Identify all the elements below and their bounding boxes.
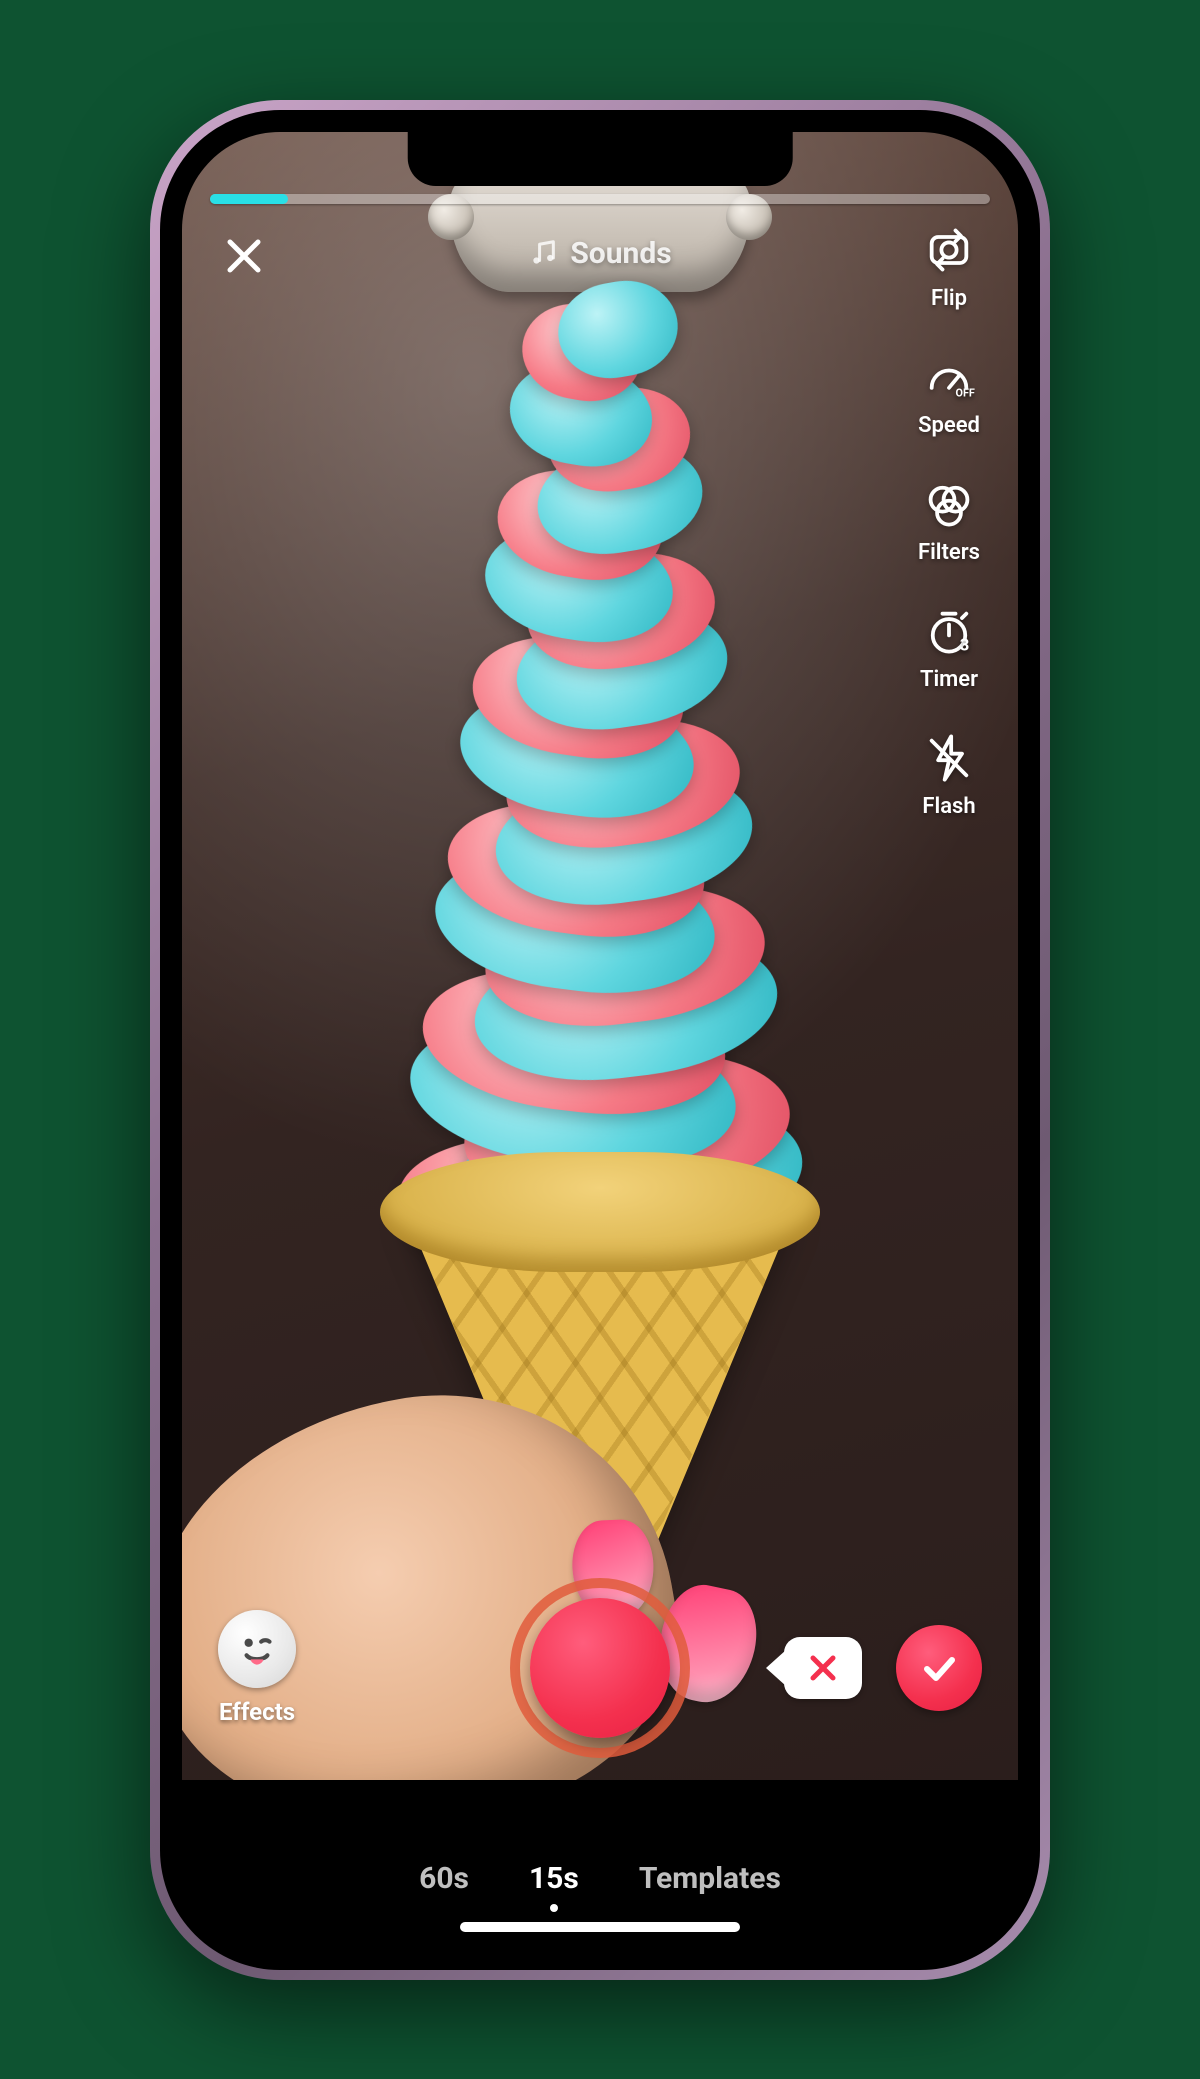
speed-button[interactable]: OFF Speed bbox=[904, 351, 994, 438]
speed-label: Speed bbox=[918, 413, 980, 438]
mode-option-15s[interactable]: 15s bbox=[529, 1861, 579, 1896]
side-toolbar: Flip OFF Speed bbox=[904, 224, 994, 819]
timer-button[interactable]: 3 Timer bbox=[904, 605, 994, 692]
confirm-button[interactable] bbox=[896, 1625, 982, 1711]
flip-label: Flip bbox=[931, 286, 967, 311]
home-indicator bbox=[460, 1922, 740, 1932]
timer-icon: 3 bbox=[923, 605, 975, 657]
screen: Sounds bbox=[182, 132, 1018, 1948]
effects-label: Effects bbox=[219, 1698, 295, 1726]
mode-option-60s[interactable]: 60s bbox=[419, 1861, 469, 1896]
close-button[interactable] bbox=[216, 228, 272, 284]
timer-label: Timer bbox=[920, 667, 978, 692]
svg-text:OFF: OFF bbox=[956, 386, 975, 399]
sounds-button[interactable]: Sounds bbox=[528, 236, 671, 271]
sounds-label: Sounds bbox=[570, 236, 671, 271]
camera-viewport: Sounds bbox=[182, 132, 1018, 1780]
flip-button[interactable]: Flip bbox=[904, 224, 994, 311]
record-icon bbox=[530, 1598, 670, 1738]
filters-icon bbox=[923, 478, 975, 530]
check-icon bbox=[917, 1646, 961, 1690]
timer-badge: 3 bbox=[960, 635, 969, 654]
mode-option-templates[interactable]: Templates bbox=[639, 1861, 781, 1896]
close-icon bbox=[224, 236, 264, 276]
phone-frame: Sounds bbox=[150, 100, 1050, 1980]
recording-progress bbox=[210, 194, 990, 204]
filters-label: Filters bbox=[918, 540, 980, 565]
device-notch bbox=[408, 132, 793, 186]
effects-button[interactable]: Effects bbox=[218, 1610, 296, 1726]
flash-off-icon bbox=[923, 732, 975, 784]
record-button[interactable] bbox=[510, 1578, 690, 1758]
flash-button[interactable]: Flash bbox=[904, 732, 994, 819]
music-note-icon bbox=[528, 238, 558, 268]
flip-icon bbox=[923, 224, 975, 276]
filters-button[interactable]: Filters bbox=[904, 478, 994, 565]
delete-clip-button[interactable] bbox=[784, 1637, 862, 1699]
record-mode-bar: 60s 15s Templates bbox=[182, 1861, 1018, 1896]
flash-label: Flash bbox=[922, 794, 975, 819]
speedometer-icon: OFF bbox=[923, 351, 975, 403]
x-icon bbox=[808, 1653, 838, 1683]
wink-face-icon bbox=[218, 1610, 296, 1688]
